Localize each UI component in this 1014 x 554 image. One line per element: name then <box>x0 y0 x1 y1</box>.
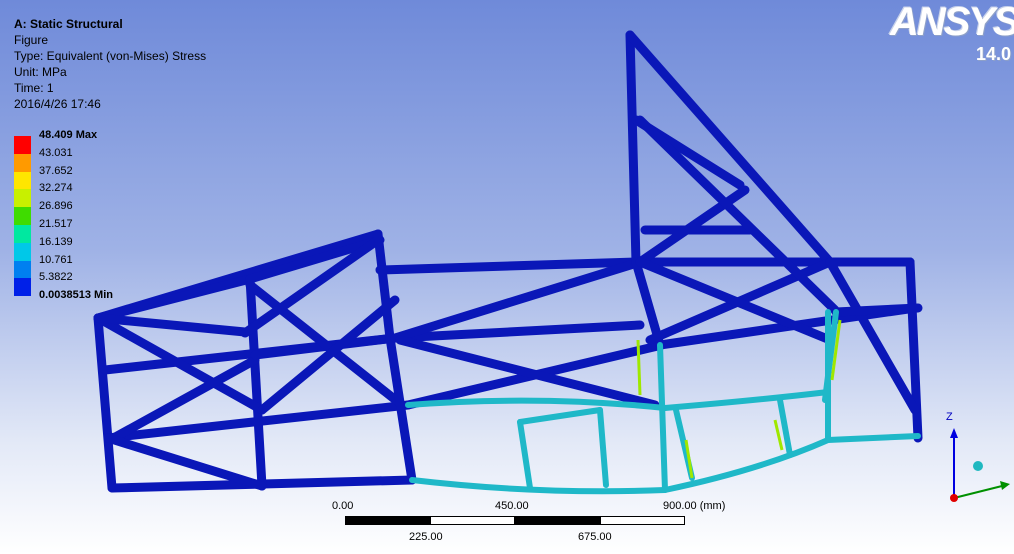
x-axis-icon <box>950 494 958 502</box>
scale-segment <box>600 516 685 525</box>
axis-triad[interactable]: Z <box>930 408 1014 508</box>
iso-ball-icon[interactable] <box>973 461 983 471</box>
z-axis-label: Z <box>946 411 953 423</box>
scale-segment <box>345 516 430 525</box>
y-arrow-icon <box>1000 481 1010 490</box>
scale-label: 450.00 <box>495 500 529 512</box>
scale-label: 225.00 <box>409 531 443 543</box>
z-arrow-icon <box>950 428 958 438</box>
frame-tubes-blue <box>93 30 923 493</box>
y-axis-icon <box>953 485 1003 499</box>
scale-bar: 0.00 450.00 900.00 (mm) 225.00 675.00 <box>332 500 770 550</box>
scale-label: 0.00 <box>332 500 354 512</box>
scale-label: 900.00 (mm) <box>663 500 726 512</box>
frame-model[interactable] <box>0 0 1014 554</box>
scale-label: 675.00 <box>578 531 612 543</box>
scale-segment <box>515 516 600 525</box>
scale-segment <box>430 516 515 525</box>
graphics-viewport[interactable]: A: Static Structural Figure Type: Equiva… <box>0 0 1014 554</box>
